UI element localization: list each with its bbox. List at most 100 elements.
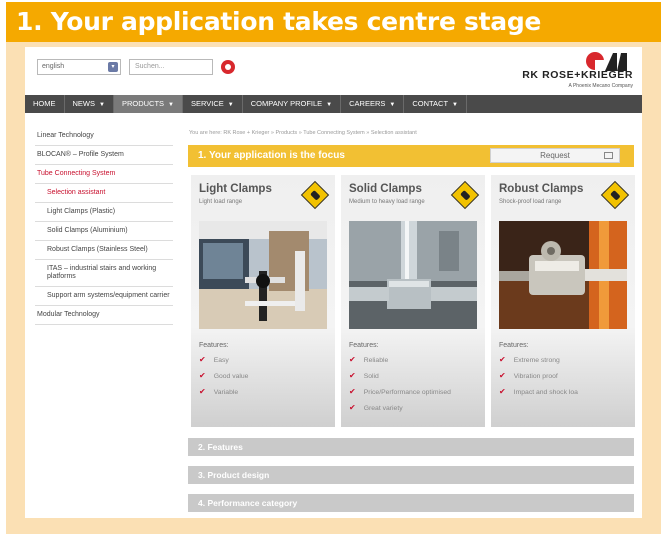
product-card-light-clamps[interactable]: Light Clamps Light load range Features: … (191, 175, 335, 427)
feature-text: Reliable (363, 357, 389, 364)
chevron-down-icon: ▼ (99, 102, 105, 108)
light-load-warning-icon (300, 180, 330, 210)
light-clamps-photo (199, 221, 327, 329)
check-icon: ✔ (199, 355, 206, 364)
check-icon: ✔ (199, 387, 206, 396)
features-list: ✔ Reliable ✔ Solid ✔ Price/Performance opti… (349, 354, 451, 418)
solid-clamps-photo (349, 221, 477, 329)
features-label: Features: (349, 342, 379, 349)
check-icon: ✔ (349, 403, 356, 412)
chevron-down-icon: ▼ (227, 102, 234, 108)
chevron-down-icon: ▼ (168, 102, 174, 108)
sidebar-item-support-arm[interactable]: Support arm systems/equipment carrier (35, 287, 173, 306)
nav-careers-label: CAREERS (349, 99, 386, 108)
card-title: Robust Clamps (499, 183, 584, 195)
check-icon: ✔ (349, 371, 356, 380)
product-card-robust-clamps[interactable]: Robust Clamps Shock-proof load range Fea… (491, 175, 635, 427)
nav-service[interactable]: SERVICE ▼ (183, 95, 243, 113)
medium-load-warning-icon (450, 180, 480, 210)
brand-subtitle: A Phoenix Mecano Company (568, 83, 633, 89)
brand-logo-icon (586, 52, 627, 71)
feature-item: ✔ Extreme strong (499, 354, 578, 370)
nav-products[interactable]: PRODUCTS ▼ (113, 95, 183, 113)
breadcrumb: You are here: RK Rose + Krieger » Produc… (189, 130, 417, 136)
check-icon: ✔ (499, 355, 506, 364)
features-list: ✔ Extreme strong ✔ Vibration proof ✔ Impact… (499, 354, 578, 402)
accordion-features[interactable]: 2. Features (188, 438, 634, 456)
features-label: Features: (499, 342, 529, 349)
accordion-performance-category[interactable]: 4. Performance category (188, 494, 634, 512)
chevron-down-icon: ▼ (389, 102, 396, 108)
check-icon: ✔ (349, 355, 356, 364)
card-title: Light Clamps (199, 183, 272, 195)
website-page: english ▾ Suchen... RK ROSE+KRIEGER A Ph… (25, 47, 642, 518)
main-nav: HOME NEWS ▼ PRODUCTS ▼ SERVICE ▼ COMPANY PR… (25, 95, 642, 113)
card-subtitle: Shock-proof load range (499, 199, 562, 205)
nav-home[interactable]: HOME (25, 95, 65, 113)
robust-clamps-photo (499, 221, 627, 329)
brand-name[interactable]: RK ROSE+KRIEGER (503, 69, 633, 81)
card-subtitle: Light load range (199, 199, 243, 205)
feature-item: ✔ Great variety (349, 402, 451, 418)
feature-text: Easy (213, 357, 229, 364)
feature-item: ✔ Variable (199, 386, 248, 402)
accordion-product-design[interactable]: 3. Product design (188, 466, 634, 484)
nav-service-label: SERVICE (191, 99, 224, 108)
sidebar-item-robust-clamps[interactable]: Robust Clamps (Stainless Steel) (35, 241, 173, 260)
feature-text: Good value (213, 373, 249, 380)
feature-text: Solid (363, 373, 379, 380)
check-icon: ✔ (199, 371, 206, 380)
sidebar-item-light-clamps[interactable]: Light Clamps (Plastic) (35, 203, 173, 222)
basket-icon (604, 152, 613, 159)
nav-contact[interactable]: CONTACT ▼ (404, 95, 467, 113)
nav-careers[interactable]: CAREERS ▼ (341, 95, 405, 113)
request-button[interactable]: Request (490, 148, 620, 163)
sidebar-item-solid-clamps[interactable]: Solid Clamps (Aluminium) (35, 222, 173, 241)
feature-text: Extreme strong (513, 357, 560, 364)
features-label: Features: (199, 342, 229, 349)
sidebar-item-blocan[interactable]: BLOCAN® – Profile System (35, 146, 173, 165)
language-value: english (42, 63, 65, 70)
feature-item: ✔ Vibration proof (499, 370, 578, 386)
card-title: Solid Clamps (349, 183, 422, 195)
slide-title: 1. Your application takes centre stage (6, 2, 661, 42)
check-icon: ✔ (499, 387, 506, 396)
sidebar-item-linear-technology[interactable]: Linear Technology (35, 127, 173, 146)
nav-news[interactable]: NEWS ▼ (65, 95, 114, 113)
chevron-down-icon: ▼ (452, 102, 458, 108)
feature-item: ✔ Good value (199, 370, 248, 386)
sidebar-item-itas[interactable]: ITAS – industrial stairs and working pla… (35, 260, 173, 287)
search-input[interactable]: Suchen... (129, 59, 213, 75)
nav-home-label: HOME (33, 99, 56, 108)
nav-news-label: NEWS (72, 99, 96, 108)
nav-company-profile-label: COMPANY PROFILE (250, 99, 323, 108)
check-icon: ✔ (499, 371, 506, 380)
focus-step-bar: 1. Your application is the focus Request (188, 145, 634, 167)
chevron-down-icon[interactable]: ▾ (108, 62, 118, 72)
product-card-solid-clamps[interactable]: Solid Clamps Medium to heavy load range … (341, 175, 485, 427)
feature-text: Vibration proof (513, 373, 558, 380)
features-list: ✔ Easy ✔ Good value ✔ Variable (199, 354, 248, 402)
feature-item: ✔ Easy (199, 354, 248, 370)
feature-item: ✔ Impact and shock loa (499, 386, 578, 402)
sidebar-item-selection-assistant[interactable]: Selection assistant (35, 184, 173, 203)
sidebar-item-modular-technology[interactable]: Modular Technology (35, 306, 173, 325)
check-icon: ✔ (349, 387, 356, 396)
chevron-down-icon: ▼ (326, 102, 333, 108)
nav-contact-label: CONTACT (412, 99, 449, 108)
feature-text: Great variety (363, 405, 403, 412)
nav-company-profile[interactable]: COMPANY PROFILE ▼ (243, 95, 342, 113)
feature-text: Price/Performance optimised (363, 389, 451, 396)
search-go-icon[interactable] (221, 60, 235, 74)
sidebar-item-tube-connecting-system[interactable]: Tube Connecting System (35, 165, 173, 184)
heavy-load-warning-icon (600, 180, 630, 210)
feature-text: Variable (213, 389, 239, 396)
feature-item: ✔ Price/Performance optimised (349, 386, 451, 402)
feature-item: ✔ Reliable (349, 354, 451, 370)
sidebar: Linear Technology BLOCAN® – Profile Syst… (35, 127, 173, 325)
focus-step-title: 1. Your application is the focus (198, 150, 345, 161)
slide-frame: 1. Your application takes centre stage e… (0, 0, 667, 536)
feature-item: ✔ Solid (349, 370, 451, 386)
language-select[interactable]: english ▾ (37, 59, 121, 75)
nav-products-label: PRODUCTS (121, 99, 165, 108)
